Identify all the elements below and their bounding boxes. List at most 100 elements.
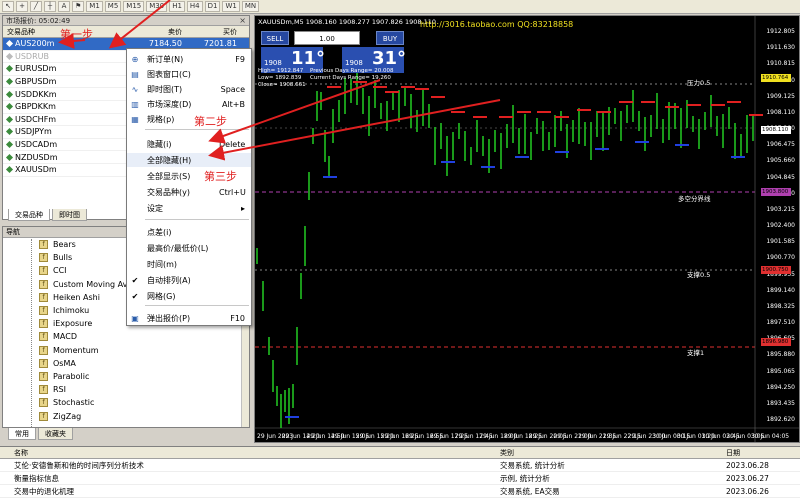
menu-item[interactable]: ✔ 自动排列(A) bbox=[127, 273, 251, 287]
tab-symbols[interactable]: 交易品种 bbox=[8, 209, 50, 221]
menu-item[interactable]: 全部隐藏(H) bbox=[127, 153, 251, 167]
toolbar-button[interactable]: ╱ bbox=[30, 1, 42, 12]
menu-item[interactable]: 点差(i) bbox=[127, 225, 251, 239]
popup-icon: ▣ bbox=[131, 313, 139, 323]
chart-window-icon: ▤ bbox=[131, 69, 139, 79]
toolbar-button[interactable]: A bbox=[58, 1, 70, 12]
symbol-cell: USDRUB bbox=[3, 52, 133, 61]
price-axis-label: 1905.660 bbox=[766, 157, 795, 165]
menu-item-label: 即时图(T) bbox=[147, 84, 183, 94]
navigator-item-label: Ichimoku bbox=[53, 306, 90, 316]
col-category[interactable]: 类别 bbox=[500, 447, 726, 458]
menu-item[interactable]: ∿ 即时图(T) Space bbox=[127, 82, 251, 96]
col-name[interactable]: 名称 bbox=[0, 447, 500, 458]
menu-item[interactable]: ⊕ 新订单(N) F9 bbox=[127, 52, 251, 66]
toolbar-button[interactable]: W1 bbox=[222, 1, 240, 12]
article-date: 2023.06.27 bbox=[726, 474, 769, 483]
symbol-diamond-icon bbox=[5, 166, 14, 174]
menu-item[interactable]: 时间(m) bbox=[127, 257, 251, 271]
toolbar-button[interactable]: D1 bbox=[204, 1, 221, 12]
symbol-name: AUS200m bbox=[15, 39, 55, 49]
symbol-diamond-icon bbox=[5, 52, 14, 60]
low-marker bbox=[731, 156, 745, 158]
new-order-icon: ⊕ bbox=[131, 54, 139, 64]
col-bid[interactable]: 卖价 bbox=[133, 26, 188, 37]
low-marker bbox=[675, 144, 689, 146]
navigator-item[interactable]: f MACD bbox=[3, 330, 249, 343]
navigator-item[interactable]: f ZigZag bbox=[3, 409, 249, 422]
price-axis-label: 1911.630 bbox=[766, 44, 795, 52]
navigator-item[interactable]: f OsMA bbox=[3, 357, 249, 370]
price-axis-label: 1900.770 bbox=[766, 254, 795, 262]
high-marker bbox=[619, 101, 633, 103]
price-axis-label: 1899.140 bbox=[766, 286, 795, 294]
menu-item[interactable]: 交易品种(y) Ctrl+U bbox=[127, 185, 251, 199]
price-axis-label: 1901.585 bbox=[766, 238, 795, 246]
toolbar-button[interactable]: ┼ bbox=[44, 1, 56, 12]
price-tag: 1896.980 bbox=[761, 338, 791, 346]
article-category: 交易系统, EA交易 bbox=[500, 487, 560, 496]
toolbar-button[interactable]: H4 bbox=[186, 1, 203, 12]
article-row[interactable]: 交易中的退化机理 交易系统, EA交易 2023.06.26 bbox=[0, 485, 800, 498]
menu-item-label: 隐藏(i) bbox=[147, 139, 172, 149]
menu-separator bbox=[145, 219, 249, 220]
toolbar-button[interactable]: ⚑ bbox=[72, 1, 85, 12]
symbol-diamond-icon bbox=[5, 153, 14, 161]
toolbar-button[interactable]: M1 bbox=[86, 1, 103, 12]
close-icon[interactable]: × bbox=[239, 16, 246, 26]
toolbar-button[interactable]: M5 bbox=[104, 1, 122, 12]
navigator-item[interactable]: f Stochastic bbox=[3, 396, 249, 409]
menu-item[interactable]: 设定 ▸ bbox=[127, 201, 251, 215]
toolbar-button[interactable]: + bbox=[16, 1, 28, 12]
menu-item-label: 交易品种(y) bbox=[147, 187, 190, 197]
menu-item[interactable]: ▤ 图表窗口(C) bbox=[127, 67, 251, 81]
article-row[interactable]: 艾伦·安德鲁斯和他的时间序列分析技术 交易系统, 统计分析 2023.06.28 bbox=[0, 459, 800, 472]
indicator-icon: f bbox=[39, 345, 48, 355]
bottom-panel: 名称 类别 日期 艾伦·安德鲁斯和他的时间序列分析技术 交易系统, 统计分析 202… bbox=[0, 446, 800, 500]
toolbar-button[interactable]: M30 bbox=[146, 1, 168, 12]
indicator-icon: f bbox=[39, 292, 48, 302]
menu-item-shortcut: Ctrl+U bbox=[219, 187, 246, 197]
tab-favorites[interactable]: 收藏夹 bbox=[38, 428, 73, 440]
menu-separator bbox=[145, 305, 249, 306]
symbol-diamond-icon bbox=[5, 78, 14, 86]
navigator-tabs: 常用 收藏夹 bbox=[2, 428, 250, 440]
level-label: 支撑1 bbox=[687, 349, 705, 357]
indicator-icon: f bbox=[39, 240, 48, 250]
prev-range-text: Previous Days Range= 20.008 bbox=[310, 68, 394, 74]
article-name: 衡量指标信息 bbox=[14, 474, 59, 483]
symbol-cell: USDCHFm bbox=[3, 115, 133, 124]
sell-button[interactable]: SELL bbox=[261, 31, 289, 45]
symbol-diamond-icon bbox=[5, 115, 14, 123]
sell-price-big: 11° bbox=[291, 48, 326, 69]
navigator-item[interactable]: f Parabolic bbox=[3, 370, 249, 383]
menu-item[interactable]: ▥ 市场深度(D) Alt+B bbox=[127, 97, 251, 111]
menu-item[interactable]: ▣ 弹出报价(P) F10 bbox=[127, 311, 251, 325]
price-chart[interactable]: XAUUSDm,M5 1908.160 1908.277 1907.826 19… bbox=[254, 15, 800, 443]
tab-common[interactable]: 常用 bbox=[8, 428, 36, 440]
price-tag: 1900.750 bbox=[761, 266, 791, 274]
indicator-icon: f bbox=[39, 332, 48, 342]
article-row[interactable]: 衡量指标信息 示例, 统计分析 2023.06.27 bbox=[0, 472, 800, 485]
lot-input[interactable]: 1.00 bbox=[294, 31, 360, 45]
tab-tick-chart[interactable]: 即时图 bbox=[52, 209, 87, 221]
menu-item[interactable]: ✔ 网格(G) bbox=[127, 289, 251, 303]
symbol-cell: GBPDKKm bbox=[3, 102, 133, 111]
navigator-item[interactable]: f Momentum bbox=[3, 344, 249, 357]
ask-cell: 7201.81 bbox=[203, 39, 237, 49]
toolbar-button[interactable]: ↖ bbox=[2, 1, 14, 12]
menu-item[interactable]: 隐藏(i) Delete bbox=[127, 137, 251, 151]
navigator-item[interactable]: f RSI bbox=[3, 383, 249, 396]
menu-item[interactable]: 最高价/最低价(L) bbox=[127, 241, 251, 255]
level-label: 压力0.5 bbox=[687, 79, 711, 87]
toolbar-button[interactable]: MN bbox=[241, 1, 260, 12]
toolbar-button[interactable]: H1 bbox=[169, 1, 185, 12]
menu-item[interactable]: ▦ 规格(p) bbox=[127, 112, 251, 126]
toolbar-button[interactable]: M15 bbox=[123, 1, 145, 12]
col-ask[interactable]: 买价 bbox=[188, 26, 243, 37]
navigator-item-label: Stochastic bbox=[53, 398, 95, 408]
price-axis-label: 1892.620 bbox=[766, 416, 795, 423]
symbol-cell: USDCADm bbox=[3, 140, 133, 149]
col-date[interactable]: 日期 bbox=[726, 447, 800, 458]
buy-button[interactable]: BUY bbox=[376, 31, 404, 45]
